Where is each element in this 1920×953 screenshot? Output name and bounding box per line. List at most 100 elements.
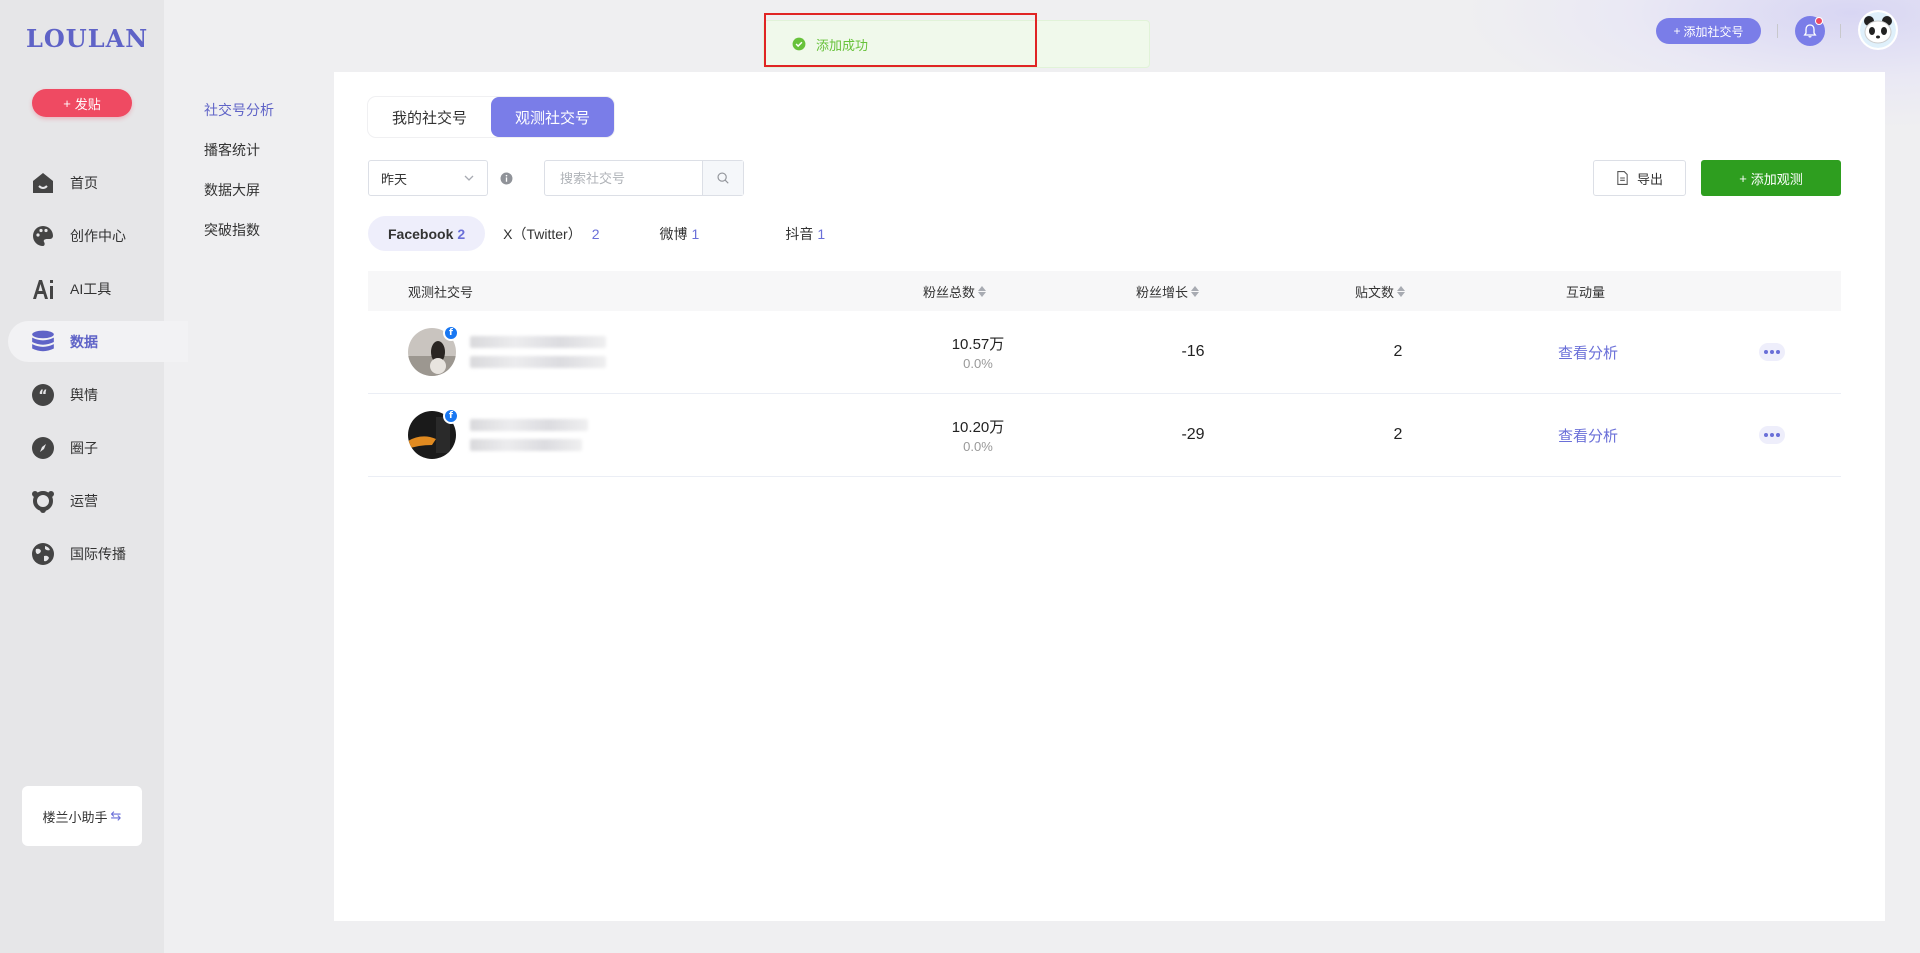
nav-label: 舆情	[70, 386, 98, 403]
ai-icon	[30, 276, 56, 302]
account-cell: f	[408, 408, 588, 459]
sort-icon	[1397, 285, 1406, 297]
row-actions	[1759, 343, 1785, 361]
table-header: 观测社交号 粉丝总数 粉丝增长 贴文数 互动量	[368, 271, 1841, 311]
nav-label: 运营	[70, 492, 98, 509]
assistant-label: 楼兰小助手	[42, 809, 108, 825]
nav-item-public-opinion[interactable]: “ 舆情	[8, 374, 188, 415]
tab-count: 1	[691, 225, 700, 242]
add-watch-label: 添加观测	[1750, 171, 1803, 187]
platform-tabs: Facebook 2 X（Twitter） 2 微博 1 抖音 1	[368, 216, 845, 251]
interactions-cell: 查看分析	[1528, 425, 1648, 446]
compass-icon	[30, 435, 56, 461]
nav-label: AI工具	[70, 280, 112, 297]
nav-item-international[interactable]: 国际传播	[8, 533, 188, 574]
watched-accounts-table: 观测社交号 粉丝总数 粉丝增长 贴文数 互动量 f 10.57万 0.0% -1…	[368, 271, 1841, 477]
interactions-cell: 查看分析	[1528, 342, 1648, 363]
user-avatar[interactable]	[1858, 10, 1898, 50]
column-label: 贴文数	[1355, 284, 1395, 300]
tab-count: 1	[817, 225, 826, 242]
search-input[interactable]	[545, 161, 702, 195]
column-label: 观测社交号	[408, 284, 474, 300]
notification-button[interactable]	[1795, 16, 1825, 46]
column-label: 互动量	[1566, 284, 1606, 300]
tab-my-accounts[interactable]: 我的社交号	[368, 97, 491, 137]
subnav-breakthrough-index[interactable]: 突破指数	[204, 220, 274, 260]
toast-message: 添加成功	[816, 37, 869, 53]
subnav-podcast-stats[interactable]: 播客统计	[204, 140, 274, 180]
account-cell: f	[408, 325, 606, 376]
nav-item-data[interactable]: 数据	[8, 321, 188, 362]
posts-count-value: 2	[1393, 343, 1403, 360]
brand-logo[interactable]: LOULAN	[26, 24, 148, 53]
subnav-data-dashboard[interactable]: 数据大屏	[204, 180, 274, 220]
account-avatar[interactable]: f	[408, 408, 459, 459]
check-circle-icon	[792, 37, 806, 51]
assistant-button[interactable]: 楼兰小助手 ⇆	[22, 786, 142, 846]
main-content-card: 我的社交号 观测社交号 昨天 导出 + 添加观测 Facebook 2 X（Tw…	[334, 72, 1885, 921]
nav-label: 创作中心	[70, 227, 126, 244]
account-name-redacted	[470, 336, 606, 368]
main-nav: 首页 创作中心 AI工具 数据 “ 舆情 圈子 运营 国际传播	[0, 162, 188, 586]
table-row: f 10.20万 0.0% -29 2 查看分析	[368, 394, 1841, 477]
date-range-select[interactable]: 昨天	[368, 160, 488, 196]
more-options-icon[interactable]	[1759, 343, 1785, 361]
bell-icon	[1803, 24, 1817, 38]
palette-icon	[30, 223, 56, 249]
nav-label: 首页	[70, 174, 98, 191]
tab-facebook[interactable]: Facebook 2	[368, 216, 486, 251]
subnav-social-analysis[interactable]: 社交号分析	[204, 100, 274, 140]
column-label: 粉丝总数	[923, 284, 976, 300]
plus-icon: +	[63, 95, 71, 111]
quote-icon: “	[30, 382, 56, 408]
tab-douyin[interactable]: 抖音 1	[719, 216, 845, 251]
fans-total-value: 10.57万	[951, 336, 1005, 353]
view-analysis-link[interactable]: 查看分析	[1558, 428, 1618, 445]
posts-count-value: 2	[1393, 426, 1403, 443]
view-analysis-link[interactable]: 查看分析	[1558, 345, 1618, 362]
nav-item-ai-tools[interactable]: AI工具	[8, 268, 188, 309]
account-name-redacted	[470, 419, 588, 451]
sort-icon	[1191, 285, 1200, 297]
tab-twitter[interactable]: X（Twitter） 2	[485, 216, 619, 251]
sort-icon	[978, 285, 987, 297]
nav-item-circles[interactable]: 圈子	[8, 427, 188, 468]
nav-item-creation-center[interactable]: 创作中心	[8, 215, 188, 256]
new-post-button[interactable]: + 发贴	[32, 89, 132, 117]
header-divider	[1840, 24, 1841, 38]
add-social-account-label: 添加社交号	[1683, 24, 1744, 39]
tab-label: 抖音	[785, 225, 814, 242]
data-subnav: 社交号分析 播客统计 数据大屏 突破指数	[204, 100, 274, 260]
tab-label: 微博	[659, 225, 688, 242]
info-icon[interactable]	[500, 172, 513, 185]
fans-growth-value: -29	[1181, 426, 1205, 443]
facebook-icon: f	[443, 408, 459, 424]
row-actions	[1759, 426, 1785, 444]
nav-item-operations[interactable]: 运营	[8, 480, 188, 521]
tab-weibo[interactable]: 微博 1	[620, 216, 720, 251]
column-header-posts[interactable]: 贴文数	[1355, 282, 1406, 301]
add-watch-button[interactable]: + 添加观测	[1701, 160, 1841, 196]
export-button[interactable]: 导出	[1593, 160, 1686, 196]
date-range-value: 昨天	[381, 171, 408, 187]
database-icon	[30, 329, 56, 355]
notification-dot	[1815, 17, 1823, 25]
nav-item-home[interactable]: 首页	[8, 162, 188, 203]
fans-total-cell: 10.20万 0.0%	[918, 416, 1038, 454]
tab-watched-accounts[interactable]: 观测社交号	[491, 97, 615, 137]
column-header-fans-total[interactable]: 粉丝总数	[923, 282, 987, 301]
facebook-icon: f	[443, 325, 459, 341]
account-avatar[interactable]: f	[408, 325, 459, 376]
nav-label: 数据	[70, 333, 98, 350]
add-social-account-button[interactable]: + 添加社交号	[1656, 18, 1761, 44]
account-type-switch: 我的社交号 观测社交号	[368, 97, 615, 137]
column-header-interactions: 互动量	[1566, 282, 1605, 301]
more-options-icon[interactable]	[1759, 426, 1785, 444]
column-header-fans-growth[interactable]: 粉丝增长	[1136, 282, 1200, 301]
tab-count: 2	[591, 225, 600, 242]
main-sidebar: LOULAN + 发贴 首页 创作中心 AI工具 数据 “ 舆情 圈子 运营 国…	[0, 0, 188, 953]
success-toast: 添加成功	[763, 20, 1150, 68]
tab-label: X（Twitter）	[503, 225, 582, 242]
search-button[interactable]	[702, 161, 743, 195]
column-header-account: 观测社交号	[408, 282, 473, 301]
